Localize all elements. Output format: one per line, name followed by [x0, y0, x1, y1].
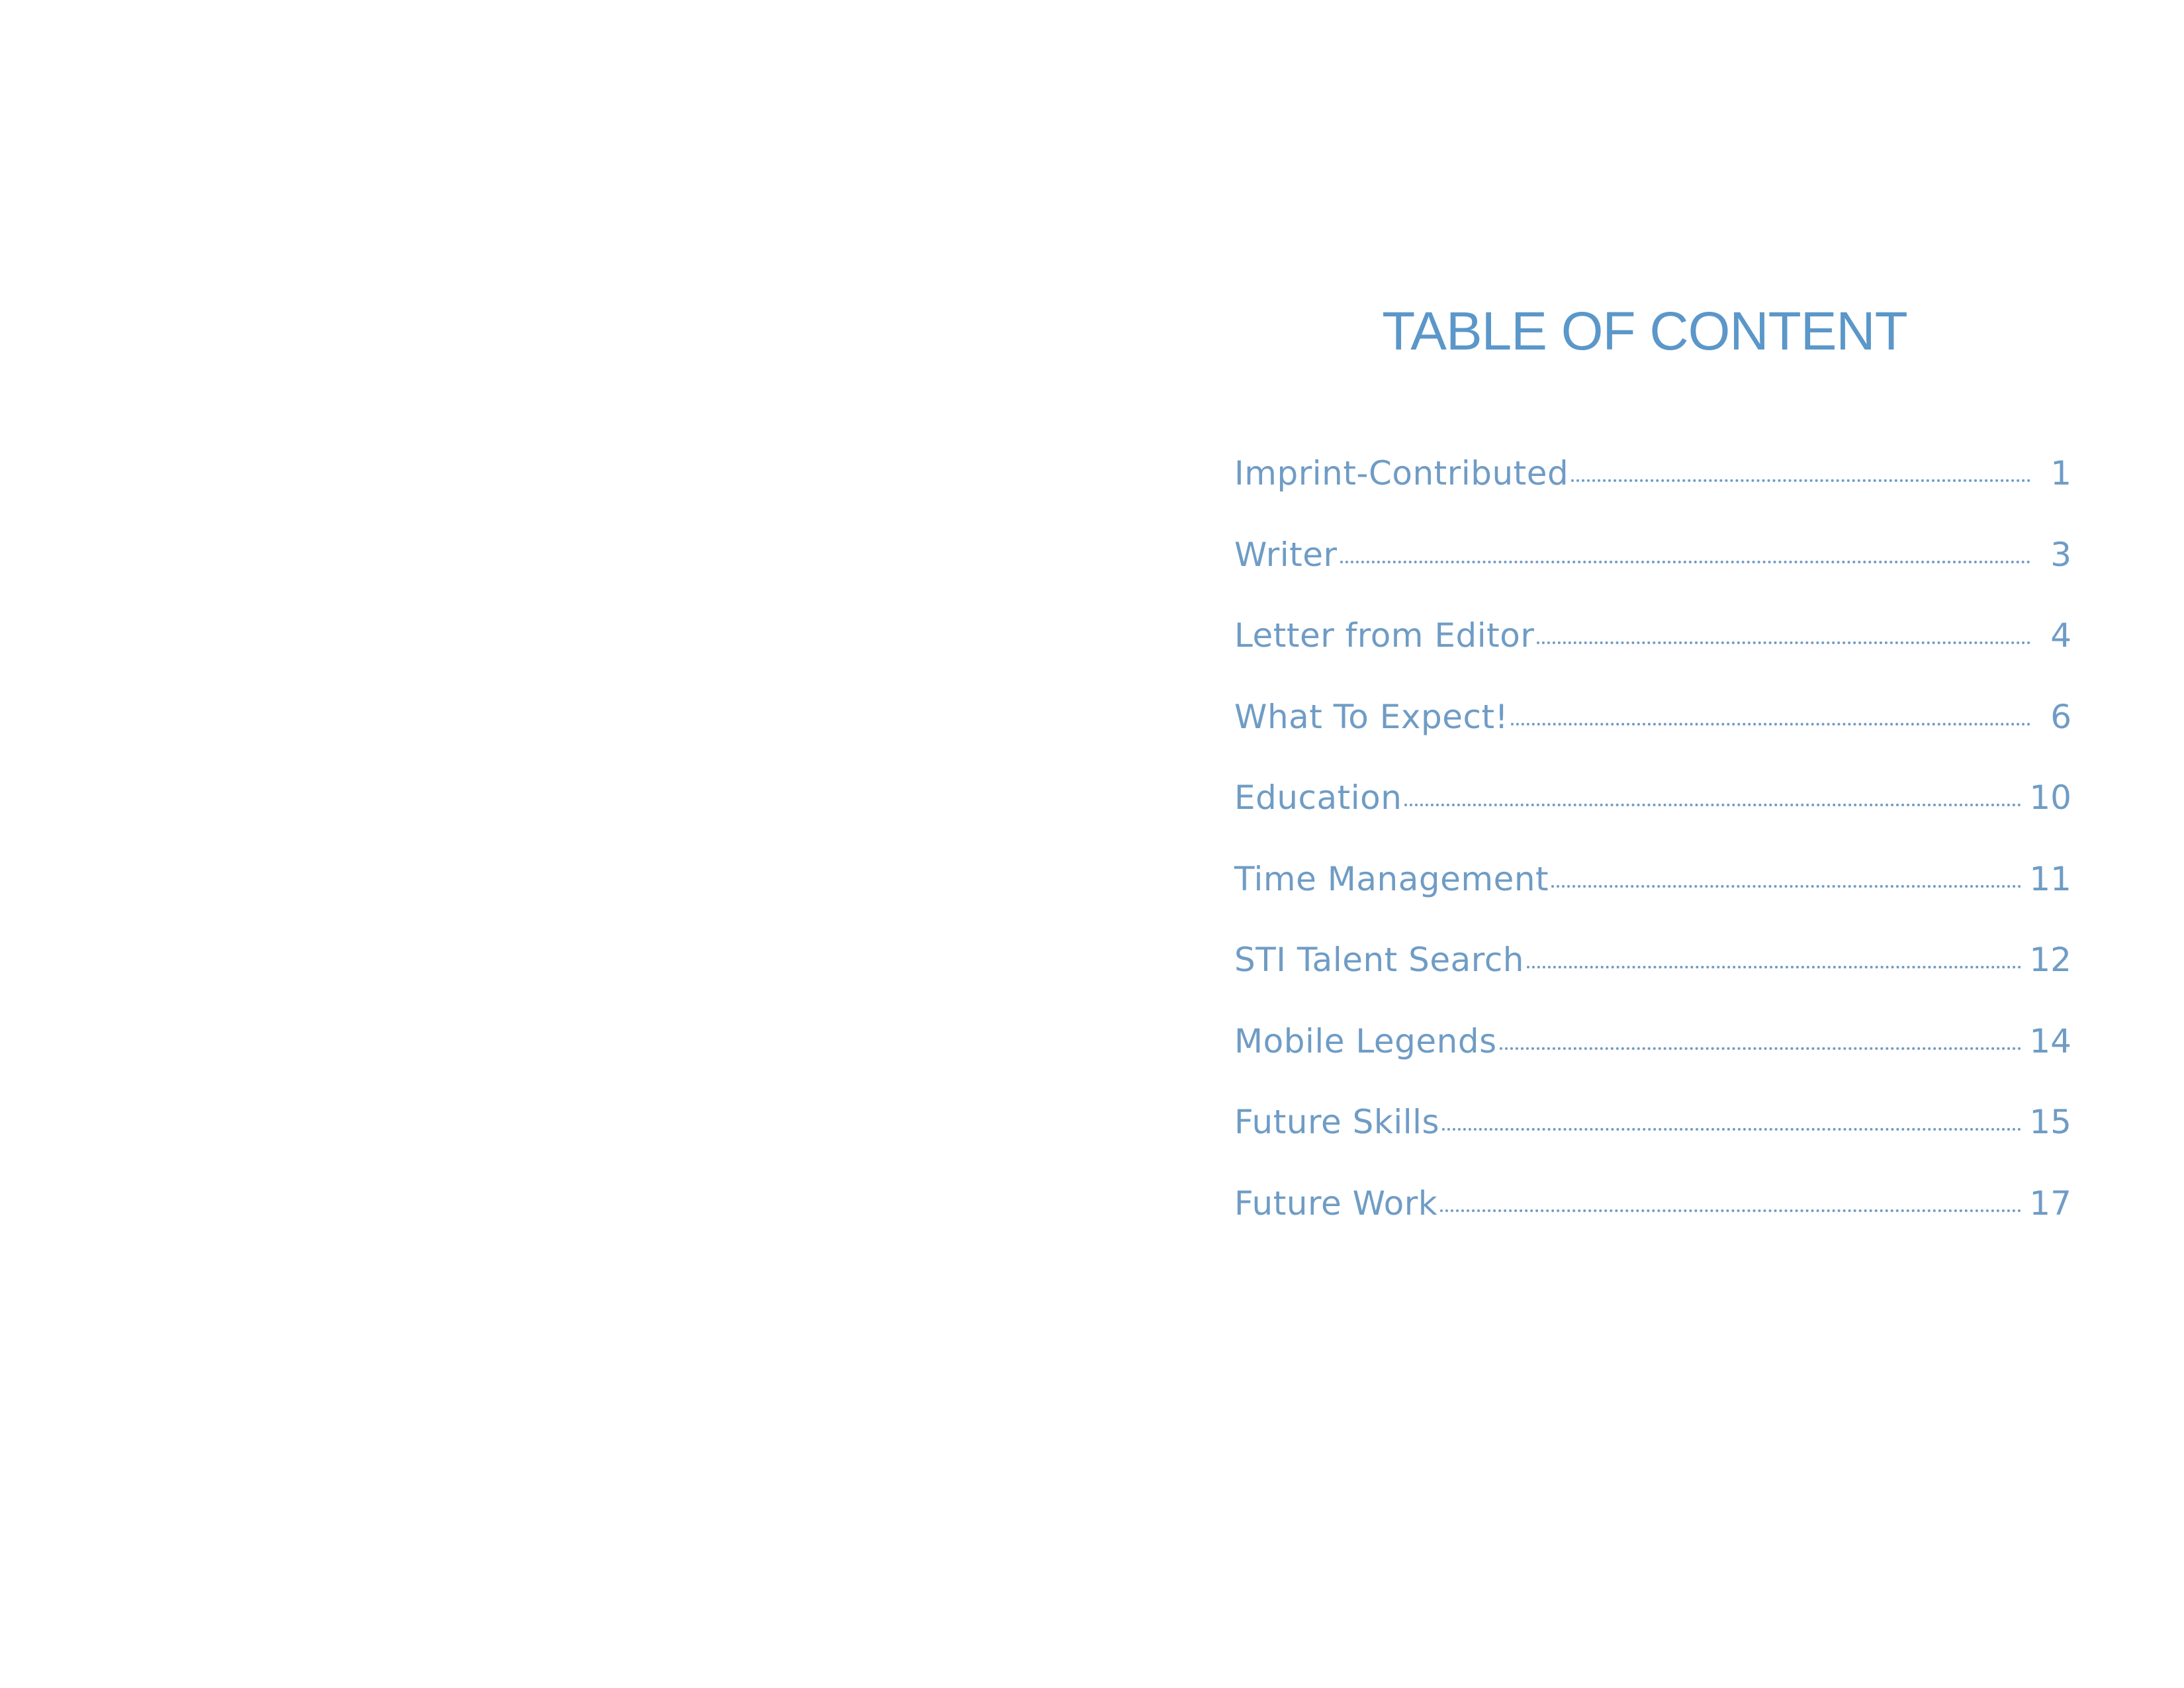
toc-page-number: 6	[2050, 697, 2071, 736]
document-page: TABLE OF CONTENT Imprint-Contributed 1 W…	[0, 0, 2184, 1688]
toc-entry-label: Future Skills	[1234, 1103, 1440, 1141]
toc-entry-label: Mobile Legends	[1234, 1021, 1497, 1060]
toc-entry-label: Education	[1234, 778, 1402, 817]
toc-page-number: 17	[2029, 1184, 2071, 1223]
toc-entry-label: STI Talent Search	[1234, 941, 1524, 979]
dot-leader	[1404, 804, 2022, 806]
toc-entry-label: Future Work	[1234, 1184, 1438, 1223]
toc-page-number: 15	[2029, 1103, 2071, 1141]
toc-page-number: 11	[2029, 859, 2071, 898]
toc-entry[interactable]: Mobile Legends 14	[1234, 1025, 2071, 1106]
dot-leader	[1537, 641, 2030, 644]
toc-entry-label: Writer	[1234, 535, 1338, 574]
toc-page-number: 4	[2050, 616, 2071, 655]
toc-entry[interactable]: Education 10	[1234, 781, 2071, 863]
table-of-contents: Imprint-Contributed 1 Writer 3 Letter fr…	[1234, 457, 2071, 1268]
toc-entry[interactable]: Time Management 11	[1234, 863, 2071, 944]
toc-entry[interactable]: Imprint-Contributed 1	[1234, 457, 2071, 538]
toc-page-number: 10	[2029, 778, 2071, 817]
toc-entry[interactable]: STI Talent Search 12	[1234, 943, 2071, 1025]
toc-entry[interactable]: What To Expect! 6	[1234, 700, 2071, 782]
toc-entry[interactable]: Letter from Editor 4	[1234, 619, 2071, 700]
toc-page-number: 1	[2050, 454, 2071, 492]
dot-leader	[1571, 479, 2030, 482]
toc-page-number: 12	[2029, 941, 2071, 979]
toc-entry-label: Imprint-Contributed	[1234, 454, 1569, 492]
toc-entry-label: Letter from Editor	[1234, 616, 1535, 655]
page-title: TABLE OF CONTENT	[1382, 301, 1907, 361]
dot-leader	[1340, 560, 2030, 563]
dot-leader	[1440, 1209, 2022, 1212]
toc-page-number: 3	[2050, 535, 2071, 574]
dot-leader	[1526, 966, 2022, 968]
toc-entry[interactable]: Future Skills 15	[1234, 1105, 2071, 1187]
dot-leader	[1499, 1047, 2022, 1050]
toc-entry-label: Time Management	[1234, 859, 1549, 898]
toc-entry-label: What To Expect!	[1234, 697, 1509, 736]
dot-leader	[1551, 884, 2022, 888]
toc-entry[interactable]: Writer 3	[1234, 538, 2071, 620]
toc-entry[interactable]: Future Work 17	[1234, 1187, 2071, 1268]
dot-leader	[1511, 722, 2030, 726]
toc-page-number: 14	[2029, 1021, 2071, 1060]
dot-leader	[1442, 1128, 2022, 1131]
